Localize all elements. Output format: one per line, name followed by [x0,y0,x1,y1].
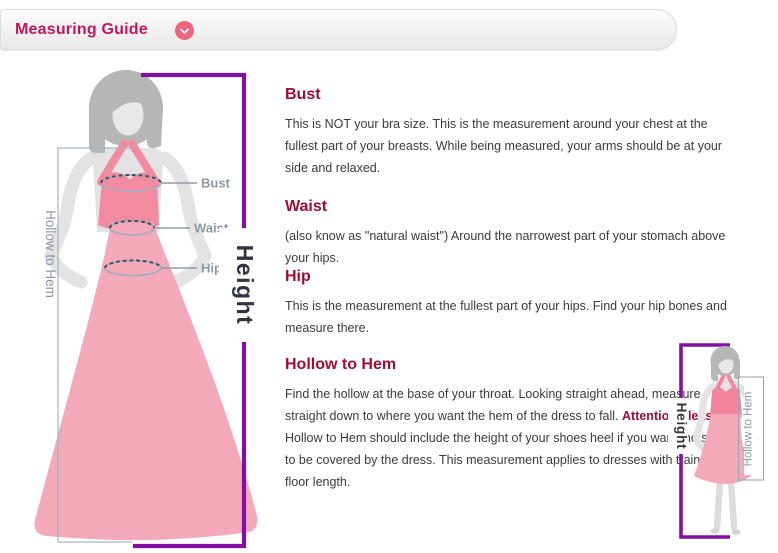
hip-label: Hip [201,261,222,276]
measuring-guide-page: Measuring Guide Hollow [0,0,778,553]
measuring-guide-header[interactable]: Measuring Guide [0,9,677,50]
height-label: Height [232,245,258,326]
section-hip: Hip This is the measurement at the fulle… [285,268,743,339]
waist-description: (also know as "natural waist") Around th… [285,225,743,269]
hollow-to-hem-label-small: Hollow to Hem [743,392,755,467]
bust-label: Bust [201,176,231,191]
bust-heading: Bust [285,86,743,104]
waist-heading: Waist [285,198,743,216]
measuring-figure-large: Hollow to Hem Bust Waist Hip Height [25,58,275,553]
chevron-down-icon[interactable] [175,21,194,40]
chevron-glyph [179,24,189,34]
hip-heading: Hip [285,268,743,286]
head-small [711,346,741,381]
section-bust: Bust This is NOT your bra size. This is … [285,86,743,179]
measuring-figure-small: Hollow to Hem Height [660,335,778,553]
page-title: Measuring Guide [15,21,148,39]
bust-description: This is NOT your bra size. This is the m… [285,113,743,179]
hip-description: This is the measurement at the fullest p… [285,295,743,339]
section-waist: Waist (also know as "natural waist") Aro… [285,198,743,269]
hollow-to-hem-label: Hollow to Hem [43,210,58,298]
height-label-small: Height [674,403,689,450]
